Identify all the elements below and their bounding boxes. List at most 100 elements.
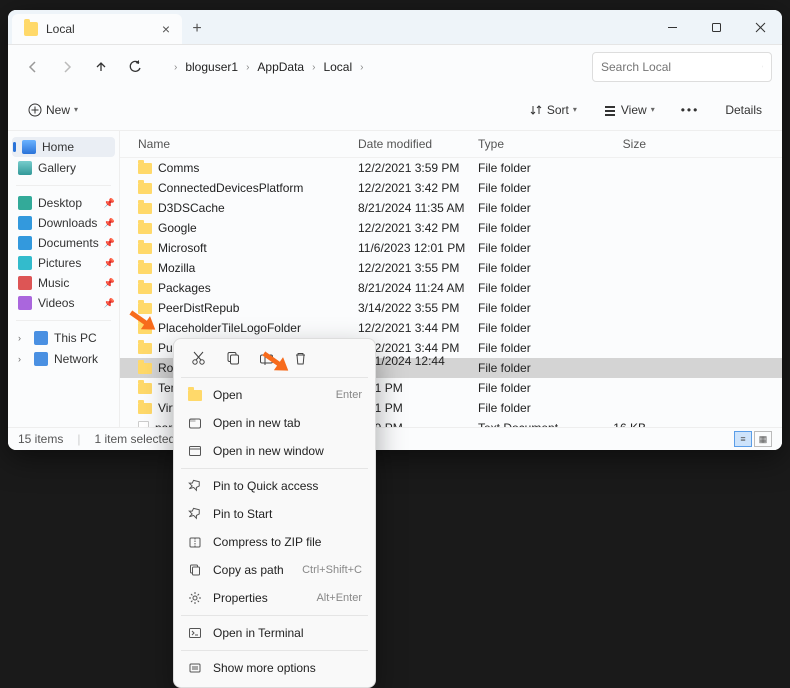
sort-icon <box>529 103 543 117</box>
table-row[interactable]: D3DSCache8/21/2024 11:35 AMFile folder <box>120 198 782 218</box>
close-tab-icon[interactable]: × <box>162 21 170 37</box>
col-name[interactable]: Name <box>132 135 352 153</box>
sidebar-item-network[interactable]: › Network <box>8 349 119 369</box>
crumb[interactable]: bloguser1 <box>181 60 242 74</box>
folder-open-icon <box>187 387 203 403</box>
chevron-right-icon[interactable]: › <box>18 333 28 343</box>
sidebar-item-music[interactable]: Music📌 <box>8 273 119 293</box>
chevron-right-icon[interactable]: › <box>18 354 28 364</box>
rename-button[interactable] <box>255 347 277 369</box>
more-button[interactable]: ••• <box>675 99 706 121</box>
new-tab-button[interactable]: + <box>182 14 212 44</box>
file-date: 12/2/2021 3:42 PM <box>352 219 472 237</box>
details-view-button[interactable]: ≡ <box>734 431 752 447</box>
ctx-terminal[interactable]: Open in Terminal <box>179 619 370 647</box>
home-icon <box>22 140 36 154</box>
view-button[interactable]: View ▾ <box>597 99 661 121</box>
chevron-right-icon: › <box>310 62 317 73</box>
new-button[interactable]: New ▾ <box>22 99 84 121</box>
refresh-button[interactable] <box>120 52 150 82</box>
sidebar-item-gallery[interactable]: Gallery <box>8 158 119 178</box>
sidebar-item-videos[interactable]: Videos📌 <box>8 293 119 313</box>
table-row[interactable]: Mozilla12/2/2021 3:55 PMFile folder <box>120 258 782 278</box>
crumb[interactable]: AppData <box>253 60 308 74</box>
search-input[interactable] <box>601 60 756 74</box>
file-type: File folder <box>472 359 592 377</box>
table-row[interactable]: PeerDistRepub3/14/2022 3:55 PMFile folde… <box>120 298 782 318</box>
back-button[interactable] <box>18 52 48 82</box>
ctx-copy-path[interactable]: Copy as path Ctrl+Shift+C <box>179 556 370 584</box>
ctx-open-new-window[interactable]: Open in new window <box>179 437 370 465</box>
col-type[interactable]: Type <box>472 135 592 153</box>
sort-button[interactable]: Sort ▾ <box>523 99 583 121</box>
table-row[interactable]: Google12/2/2021 3:42 PMFile folder <box>120 218 782 238</box>
ctx-open[interactable]: Open Enter <box>179 381 370 409</box>
folder-icon <box>138 163 152 174</box>
file-date: 8/21/2024 11:24 AM <box>352 279 472 297</box>
table-row[interactable]: PlaceholderTileLogoFolder12/2/2021 3:44 … <box>120 318 782 338</box>
status-count: 15 items <box>18 432 63 446</box>
file-type: File folder <box>472 339 592 357</box>
column-headers[interactable]: Name Date modified Type Size <box>120 131 782 158</box>
file-date: 8/21/2024 11:35 AM <box>352 199 472 217</box>
table-row[interactable]: Packages8/21/2024 11:24 AMFile folder <box>120 278 782 298</box>
pin-icon <box>187 478 203 494</box>
ctx-open-new-tab[interactable]: Open in new tab <box>179 409 370 437</box>
sidebar-item-home[interactable]: Home <box>12 137 115 157</box>
table-row[interactable]: Comms12/2/2021 3:59 PMFile folder <box>120 158 782 178</box>
pin-icon: 📌 <box>104 218 115 229</box>
sidebar-item-pictures[interactable]: Pictures📌 <box>8 253 119 273</box>
crumb[interactable]: Local <box>319 60 356 74</box>
close-button[interactable] <box>738 10 782 44</box>
sidebar-item-documents[interactable]: Documents📌 <box>8 233 119 253</box>
file-size <box>592 246 652 250</box>
sidebar-item-thispc[interactable]: › This PC <box>8 328 119 348</box>
file-name: Microsoft <box>158 241 207 255</box>
table-row[interactable]: ConnectedDevicesPlatform12/2/2021 3:42 P… <box>120 178 782 198</box>
label: New <box>46 103 70 117</box>
status-bar: 15 items | 1 item selected ≡ ▦ <box>8 427 782 450</box>
breadcrumb[interactable]: › bloguser1 › AppData › Local › <box>164 52 588 82</box>
file-date: 12/2/2021 3:42 PM <box>352 179 472 197</box>
sidebar-item-desktop[interactable]: Desktop📌 <box>8 193 119 213</box>
folder-icon <box>138 183 152 194</box>
file-type: File folder <box>472 199 592 217</box>
ctx-zip[interactable]: Compress to ZIP file <box>179 528 370 556</box>
file-size <box>592 346 652 350</box>
folder-icon <box>138 283 152 294</box>
label: View <box>621 103 647 117</box>
file-type: File folder <box>472 159 592 177</box>
folder-icon <box>138 243 152 254</box>
ctx-pin-start[interactable]: Pin to Start <box>179 500 370 528</box>
tab-icon <box>187 415 203 431</box>
search-box[interactable] <box>592 52 772 82</box>
chevron-right-icon: › <box>244 62 251 73</box>
forward-button[interactable] <box>52 52 82 82</box>
label: Music <box>38 276 69 290</box>
col-size[interactable]: Size <box>592 135 652 153</box>
ctx-pin-quick[interactable]: Pin to Quick access <box>179 472 370 500</box>
tab-local[interactable]: Local × <box>12 14 182 44</box>
details-button[interactable]: Details <box>719 99 768 121</box>
up-button[interactable] <box>86 52 116 82</box>
cut-button[interactable] <box>187 347 209 369</box>
pin-icon: 📌 <box>104 258 115 269</box>
ctx-more-options[interactable]: Show more options <box>179 654 370 682</box>
minimize-button[interactable] <box>650 10 694 44</box>
chevron-down-icon: ▾ <box>651 105 655 114</box>
pin-icon: 📌 <box>104 198 115 209</box>
label: Open in new window <box>213 444 324 458</box>
file-size <box>592 166 652 170</box>
table-row[interactable]: Microsoft11/6/2023 12:01 PMFile folder <box>120 238 782 258</box>
copy-path-icon <box>187 562 203 578</box>
ctx-properties[interactable]: Properties Alt+Enter <box>179 584 370 612</box>
copy-button[interactable] <box>221 347 243 369</box>
folder-icon <box>18 276 32 290</box>
file-type: File folder <box>472 259 592 277</box>
maximize-button[interactable] <box>694 10 738 44</box>
delete-button[interactable] <box>289 347 311 369</box>
sidebar-item-downloads[interactable]: Downloads📌 <box>8 213 119 233</box>
col-date[interactable]: Date modified <box>352 135 472 153</box>
icons-view-button[interactable]: ▦ <box>754 431 772 447</box>
file-size <box>592 186 652 190</box>
